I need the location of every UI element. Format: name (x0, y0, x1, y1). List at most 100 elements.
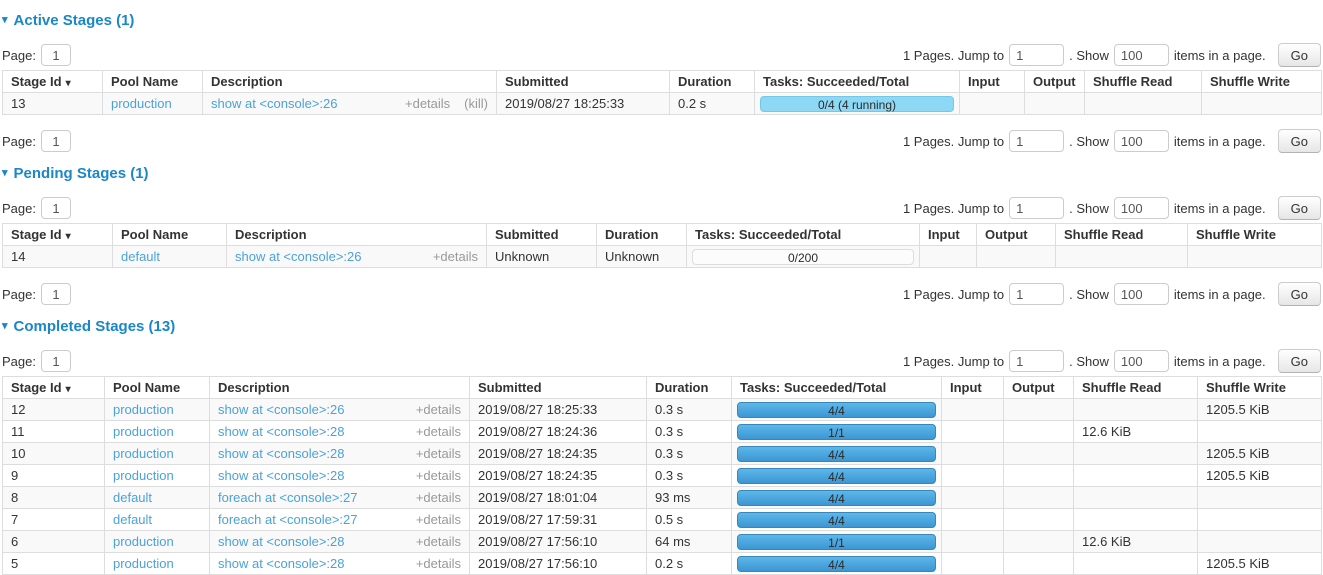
column-header[interactable]: Duration (597, 224, 687, 246)
page-number-input[interactable] (41, 130, 71, 152)
page-number-input[interactable] (41, 350, 71, 372)
stage-description-link[interactable]: show at <console>:28 (218, 468, 344, 483)
details-toggle-link[interactable]: +details (416, 402, 461, 417)
jump-to-page-input[interactable] (1009, 44, 1064, 66)
active-stages-heading[interactable]: ▾ Active Stages (1) (2, 12, 1321, 29)
column-header[interactable]: Submitted (497, 71, 670, 93)
details-toggle-link[interactable]: +details (433, 249, 478, 264)
column-header[interactable]: Pool Name (113, 224, 227, 246)
details-toggle-link[interactable]: +details (416, 512, 461, 527)
column-header[interactable]: Stage Id▾ (3, 377, 105, 399)
show-items-input[interactable] (1114, 283, 1169, 305)
stage-description-link[interactable]: show at <console>:28 (218, 446, 344, 461)
details-toggle-link[interactable]: +details (416, 556, 461, 571)
collapse-arrow-icon: ▾ (2, 168, 8, 179)
details-toggle-link[interactable]: +details (416, 446, 461, 461)
show-items-input[interactable] (1114, 350, 1169, 372)
kill-stage-link[interactable]: (kill) (464, 96, 488, 111)
stage-description-link[interactable]: show at <console>:26 (218, 402, 344, 417)
column-header[interactable]: Stage Id▾ (3, 224, 113, 246)
pool-name-link[interactable]: default (121, 249, 160, 264)
column-header[interactable]: Input (960, 71, 1025, 93)
pool-name-cell: production (105, 443, 210, 465)
stage-id-cell: 9 (3, 465, 105, 487)
column-header[interactable]: Output (977, 224, 1056, 246)
column-header[interactable]: Shuffle Write (1188, 224, 1322, 246)
details-toggle-link[interactable]: +details (416, 468, 461, 483)
stage-description-link[interactable]: foreach at <console>:27 (218, 512, 358, 527)
show-items-input[interactable] (1114, 197, 1169, 219)
column-header-label: Shuffle Read (1064, 227, 1143, 242)
column-header[interactable]: Pool Name (105, 377, 210, 399)
page-number-input[interactable] (41, 44, 71, 66)
pending-stages-heading[interactable]: ▾ Pending Stages (1) (2, 165, 1321, 182)
column-header[interactable]: Duration (647, 377, 732, 399)
column-header[interactable]: Description (227, 224, 487, 246)
stage-description-link[interactable]: show at <console>:28 (218, 534, 344, 549)
details-toggle-link[interactable]: +details (405, 96, 450, 111)
column-header[interactable]: Input (942, 377, 1004, 399)
completed-stages-table: Stage Id▾Pool NameDescriptionSubmittedDu… (2, 376, 1322, 575)
go-button[interactable]: Go (1278, 349, 1321, 373)
pool-name-link[interactable]: default (113, 490, 152, 505)
page-number-input[interactable] (41, 283, 71, 305)
column-header[interactable]: Shuffle Write (1202, 71, 1322, 93)
description-cell: show at <console>:26 +details (210, 399, 470, 421)
column-header[interactable]: Submitted (470, 377, 647, 399)
jump-to-page-input[interactable] (1009, 130, 1064, 152)
jump-to-page-input[interactable] (1009, 350, 1064, 372)
column-header[interactable]: Output (1004, 377, 1074, 399)
column-header-label: Shuffle Read (1093, 74, 1172, 89)
jump-to-page-input[interactable] (1009, 283, 1064, 305)
details-toggle-link[interactable]: +details (416, 424, 461, 439)
stage-description-link[interactable]: show at <console>:28 (218, 556, 344, 571)
column-header[interactable]: Shuffle Read (1085, 71, 1202, 93)
details-toggle-link[interactable]: +details (416, 490, 461, 505)
column-header[interactable]: Stage Id▾ (3, 71, 103, 93)
column-header[interactable]: Pool Name (103, 71, 203, 93)
stage-description-link[interactable]: show at <console>:26 (235, 249, 361, 264)
go-button[interactable]: Go (1278, 282, 1321, 306)
pool-name-link[interactable]: production (111, 96, 172, 111)
go-button[interactable]: Go (1278, 196, 1321, 220)
go-button[interactable]: Go (1278, 43, 1321, 67)
stage-description-link[interactable]: show at <console>:26 (211, 96, 337, 111)
submitted-cell: 2019/08/27 18:24:35 (470, 443, 647, 465)
stage-id-cell: 13 (3, 93, 103, 115)
stage-id-cell: 6 (3, 531, 105, 553)
column-header[interactable]: Tasks: Succeeded/Total (732, 377, 942, 399)
stage-description-link[interactable]: foreach at <console>:27 (218, 490, 358, 505)
pool-name-link[interactable]: production (113, 402, 174, 417)
pool-name-link[interactable]: production (113, 468, 174, 483)
tasks-progress-cell: 4/4 (732, 553, 942, 575)
column-header[interactable]: Description (210, 377, 470, 399)
pool-name-link[interactable]: default (113, 512, 152, 527)
pool-name-link[interactable]: production (113, 556, 174, 571)
stage-description-link[interactable]: show at <console>:28 (218, 424, 344, 439)
column-header[interactable]: Tasks: Succeeded/Total (755, 71, 960, 93)
column-header[interactable]: Submitted (487, 224, 597, 246)
completed-stages-heading[interactable]: ▾ Completed Stages (13) (2, 318, 1321, 335)
page-number-input[interactable] (41, 197, 71, 219)
column-header[interactable]: Description (203, 71, 497, 93)
column-header[interactable]: Output (1025, 71, 1085, 93)
input-cell (942, 421, 1004, 443)
show-items-input[interactable] (1114, 130, 1169, 152)
details-toggle-link[interactable]: +details (416, 534, 461, 549)
go-button[interactable]: Go (1278, 129, 1321, 153)
column-header[interactable]: Input (920, 224, 977, 246)
column-header[interactable]: Shuffle Read (1056, 224, 1188, 246)
show-items-input[interactable] (1114, 44, 1169, 66)
pages-count-text: 1 Pages. Jump to (903, 354, 1004, 369)
column-header[interactable]: Shuffle Read (1074, 377, 1198, 399)
pool-name-link[interactable]: production (113, 534, 174, 549)
column-header[interactable]: Tasks: Succeeded/Total (687, 224, 920, 246)
column-header[interactable]: Shuffle Write (1198, 377, 1322, 399)
jump-to-page-input[interactable] (1009, 197, 1064, 219)
input-cell (942, 553, 1004, 575)
column-header[interactable]: Duration (670, 71, 755, 93)
shuffle-write-cell (1198, 509, 1322, 531)
shuffle-read-cell (1074, 465, 1198, 487)
pool-name-link[interactable]: production (113, 446, 174, 461)
pool-name-link[interactable]: production (113, 424, 174, 439)
